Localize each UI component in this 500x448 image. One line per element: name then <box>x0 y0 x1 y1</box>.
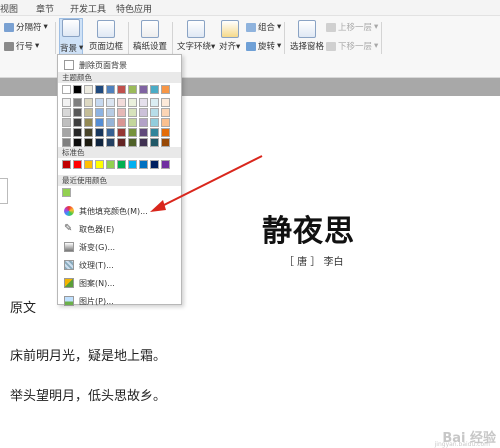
red-annotation-arrow <box>150 155 263 212</box>
watermark-url: jingyan.baidu.com <box>434 441 490 448</box>
